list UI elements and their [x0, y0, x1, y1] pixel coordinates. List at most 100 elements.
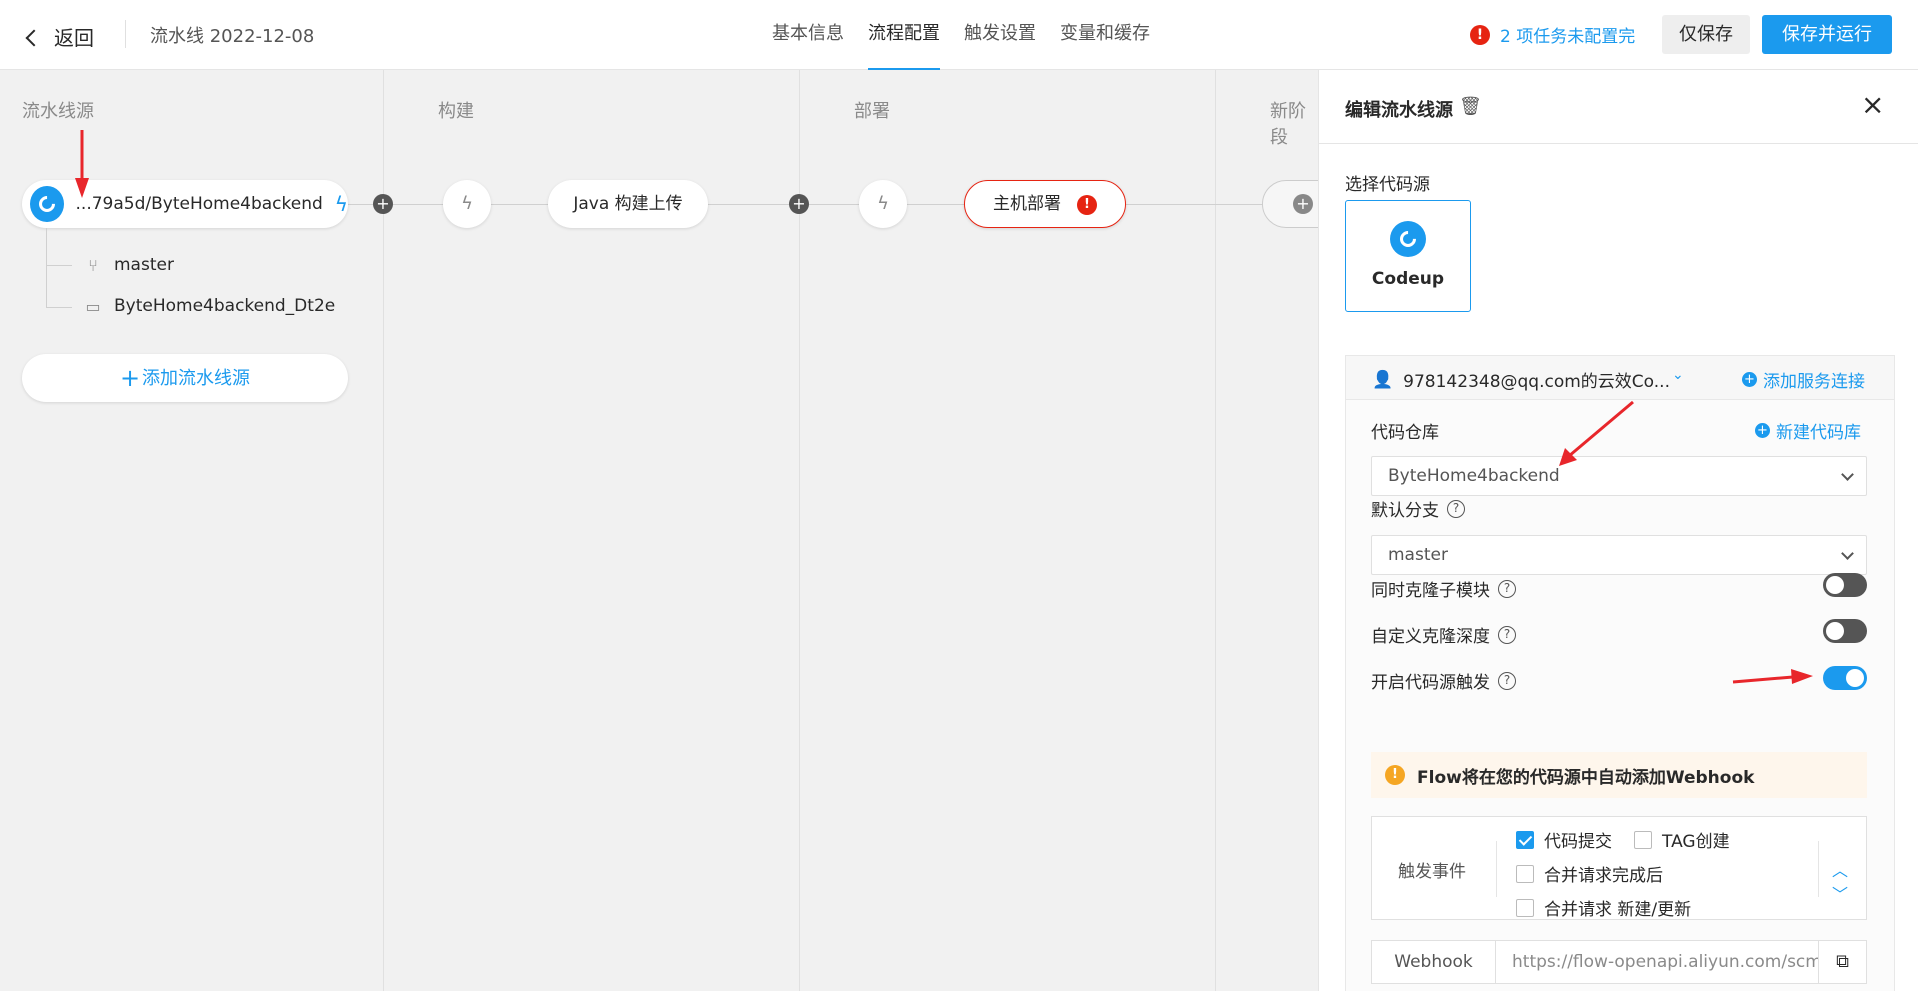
- toggle-submodules[interactable]: [1823, 573, 1867, 597]
- event-label: 代码提交: [1544, 832, 1612, 852]
- warning-text: 2 项任务未配置完: [1500, 27, 1636, 47]
- repo-select[interactable]: ByteHome4backend: [1371, 456, 1867, 496]
- service-connection-row: 👤 978142348@qq.com的云效Co... ⌄ + 添加服务连接: [1346, 356, 1894, 400]
- stage-trigger-icon[interactable]: ϟ: [859, 180, 907, 228]
- pipeline-canvas: 流水线源 构建 部署 新阶段 ...79a5d/ByteHome4backend…: [0, 70, 1318, 991]
- dir-name: ByteHome4backend_Dt2e: [114, 296, 336, 316]
- help-icon[interactable]: ?: [1498, 579, 1516, 598]
- chevron-down-icon: [1841, 547, 1854, 560]
- warning-icon: !: [1385, 765, 1405, 785]
- event-tag-create[interactable]: TAG创建: [1634, 827, 1730, 852]
- webhook-url[interactable]: https://flow-openapi.aliyun.com/scm/: [1512, 941, 1828, 983]
- folder-icon: ▭: [85, 296, 101, 316]
- source-option-codeup[interactable]: Codeup: [1345, 200, 1471, 312]
- add-stage-plus-icon[interactable]: +: [789, 194, 809, 214]
- user-icon: 👤: [1372, 369, 1394, 390]
- new-stage-card[interactable]: +: [1262, 180, 1318, 228]
- checkbox-icon: [1516, 898, 1534, 917]
- stage-title-build: 构建: [438, 101, 474, 122]
- event-label: 合并请求 新建/更新: [1544, 900, 1692, 920]
- codeup-logo-icon: [30, 186, 64, 222]
- stage-title-source: 流水线源: [22, 101, 94, 122]
- option-label: 同时克隆子模块: [1371, 581, 1490, 601]
- tab-flow-config[interactable]: 流程配置: [856, 0, 952, 70]
- back-label: 返回: [54, 26, 94, 50]
- source-name: ...79a5d/ByteHome4backend: [75, 194, 323, 214]
- source-dir-item: ▭ ByteHome4backend_Dt2e: [84, 296, 335, 316]
- divider: [1496, 841, 1497, 897]
- codeup-logo-icon: [1390, 221, 1426, 257]
- close-icon[interactable]: ×: [1861, 88, 1884, 121]
- copy-icon[interactable]: ⧉: [1818, 941, 1866, 983]
- panel-header: 编辑流水线源 🗑 ×: [1319, 70, 1918, 144]
- help-icon[interactable]: ?: [1498, 625, 1516, 644]
- chevron-down-icon[interactable]: ⌄: [1672, 367, 1684, 383]
- header-divider: [125, 20, 126, 48]
- notice-text: Flow将在您的代码源中自动添加Webhook: [1417, 767, 1755, 788]
- new-repo-label: 新建代码库: [1776, 423, 1861, 443]
- tab-variables-cache[interactable]: 变量和缓存: [1048, 0, 1162, 70]
- service-user-text: 978142348@qq.com的云效Co...: [1403, 372, 1670, 392]
- add-stage-plus-icon[interactable]: +: [373, 194, 393, 214]
- job-java-build[interactable]: Java 构建上传: [548, 180, 708, 228]
- toggle-clone-depth[interactable]: [1823, 619, 1867, 643]
- branch-name: master: [114, 255, 174, 275]
- service-connection-select[interactable]: 👤 978142348@qq.com的云效Co...: [1372, 367, 1670, 393]
- plus-circle-icon: +: [1755, 423, 1770, 438]
- repo-value: ByteHome4backend: [1388, 466, 1560, 486]
- help-icon[interactable]: ?: [1498, 671, 1516, 690]
- source-option-label: Codeup: [1371, 269, 1445, 289]
- webhook-field: Webhook https://flow-openapi.aliyun.com/…: [1371, 940, 1867, 984]
- webhook-label: Webhook: [1372, 941, 1496, 983]
- pipeline-title: 流水线 2022-12-08: [150, 26, 315, 47]
- new-repo-link[interactable]: + 新建代码库: [1755, 418, 1861, 443]
- collapse-icon[interactable]: ︿ ﹀: [1832, 857, 1848, 905]
- repo-label-text: 代码仓库: [1371, 423, 1439, 443]
- option-source-trigger: 开启代码源触发 ?: [1371, 668, 1516, 693]
- trigger-events-box: 触发事件 代码提交 TAG创建 合并请求完成后 合并请求 新建/更新 ︿ ﹀: [1371, 816, 1867, 920]
- event-code-commit[interactable]: 代码提交: [1516, 827, 1612, 852]
- add-service-connection-link[interactable]: + 添加服务连接: [1742, 367, 1865, 392]
- job-host-deploy[interactable]: 主机部署!: [964, 180, 1126, 228]
- stage-divider: [1215, 70, 1216, 991]
- checkbox-icon: [1516, 864, 1534, 883]
- save-and-run-button[interactable]: 保存并运行: [1762, 15, 1892, 54]
- repo-label: 代码仓库: [1371, 418, 1439, 443]
- trash-icon[interactable]: 🗑: [1459, 96, 1482, 117]
- add-pipeline-source-button[interactable]: + 添加流水线源: [22, 354, 348, 402]
- option-label: 开启代码源触发: [1371, 673, 1490, 693]
- webhook-notice: ! Flow将在您的代码源中自动添加Webhook: [1371, 752, 1867, 798]
- option-submodules: 同时克隆子模块 ?: [1371, 576, 1516, 601]
- connector-line: [1124, 204, 1264, 205]
- plus-icon: +: [1293, 194, 1313, 214]
- divider: [1818, 841, 1819, 897]
- unconfigured-warning-link[interactable]: ! 2 项任务未配置完: [1470, 22, 1635, 47]
- stage-title-deploy: 部署: [854, 101, 890, 122]
- pipeline-source-card[interactable]: ...79a5d/ByteHome4backend ϟ: [22, 180, 348, 228]
- git-branch-icon: ⑂: [88, 255, 98, 275]
- stage-trigger-icon[interactable]: ϟ: [443, 180, 491, 228]
- save-only-button[interactable]: 仅保存: [1662, 15, 1750, 54]
- add-service-label: 添加服务连接: [1763, 372, 1865, 392]
- help-icon[interactable]: ?: [1447, 499, 1465, 518]
- event-merge-create-update[interactable]: 合并请求 新建/更新: [1516, 895, 1691, 920]
- option-label: 自定义克隆深度: [1371, 627, 1490, 647]
- tab-trigger-settings[interactable]: 触发设置: [952, 0, 1048, 70]
- trigger-bolt-icon[interactable]: ϟ: [335, 192, 348, 216]
- connector-line: [706, 204, 964, 205]
- top-header: 返回 流水线 2022-12-08 基本信息 流程配置 触发设置 变量和缓存 !…: [0, 0, 1918, 70]
- branch-label-text: 默认分支: [1371, 501, 1439, 521]
- option-clone-depth: 自定义克隆深度 ?: [1371, 622, 1516, 647]
- chevron-down-icon: [1841, 468, 1854, 481]
- chevron-left-icon: [25, 29, 43, 46]
- back-button[interactable]: 返回: [25, 22, 94, 51]
- toggle-source-trigger[interactable]: [1823, 666, 1867, 690]
- tab-basic-info[interactable]: 基本信息: [760, 0, 856, 70]
- plus-icon: +: [119, 364, 141, 392]
- select-source-label: 选择代码源: [1345, 175, 1430, 195]
- stage-title-new: 新阶段: [1270, 101, 1306, 148]
- plus-circle-icon: +: [1742, 372, 1757, 387]
- event-label: 合并请求完成后: [1544, 866, 1663, 886]
- event-merge-complete[interactable]: 合并请求完成后: [1516, 861, 1663, 886]
- branch-select[interactable]: master: [1371, 535, 1867, 575]
